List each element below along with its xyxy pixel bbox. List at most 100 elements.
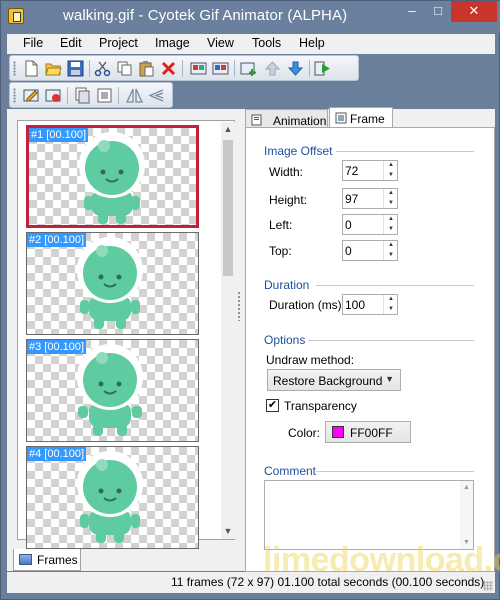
frames-list[interactable]: #1 [00.100] #2 [00.100] #3 [00.100] #4 [… [17,120,235,549]
resize-grip[interactable] [483,581,493,591]
comment-scrollbar[interactable]: ▲ ▼ [460,481,473,549]
title-bar[interactable]: walking.gif - Cyotek Gif Animator (ALPHA… [1,1,500,33]
toolbar-separator [118,87,119,104]
menu-edit[interactable]: Edit [60,36,82,50]
top-stepper[interactable]: 0 ▲ ▼ [342,240,398,261]
frame-thumbnail[interactable]: #4 [00.100] [26,446,199,549]
scroll-down-icon[interactable]: ▼ [221,524,235,538]
menu-tools[interactable]: Tools [252,36,281,50]
spin-up-icon[interactable]: ▲ [384,189,398,198]
group-divider [336,151,474,152]
frame-label: #1 [00.100] [29,128,89,142]
group-divider [316,285,474,286]
save-icon[interactable] [67,60,84,77]
flip-icon[interactable] [126,87,143,104]
frame-properties-panel: Image Offset Width: 72 ▲ ▼ Height: 97 ▲ ▼ … [245,127,495,572]
spin-down-icon[interactable]: ▼ [384,225,398,234]
new-icon[interactable] [23,60,40,77]
cut-icon[interactable] [94,60,111,77]
minimize-button[interactable]: – [399,1,425,22]
tab-animation[interactable]: Animation [245,109,328,128]
spin-up-icon[interactable]: ▲ [384,295,398,304]
frame-thumbnail[interactable]: #1 [00.100] [26,125,199,228]
undraw-method-value: Restore Background [273,374,383,388]
scroll-up-icon[interactable]: ▲ [221,122,235,136]
transparency-checkbox[interactable]: ✔ [266,399,279,412]
comment-textarea[interactable]: ▲ ▼ [264,480,474,550]
move-down-icon[interactable] [287,60,304,77]
menu-file[interactable]: File [23,36,43,50]
menu-project[interactable]: Project [99,36,138,50]
color-value: FF00FF [350,426,393,440]
play-icon[interactable] [314,60,331,77]
width-label: Width: [269,165,304,179]
toolbar-grip[interactable] [13,61,16,76]
frame-sprite-image [77,451,143,543]
watermark-logo: limedownload.com [263,541,500,579]
copy-frame-icon[interactable] [74,87,91,104]
left-stepper[interactable]: 0 ▲ ▼ [342,214,398,235]
menu-image[interactable]: Image [155,36,190,50]
frame-sprite-image [77,237,143,329]
spin-down-icon[interactable]: ▼ [384,305,398,314]
options-heading: Options [264,333,306,347]
spin-up-icon[interactable]: ▲ [384,161,398,170]
height-stepper[interactable]: 97 ▲ ▼ [342,188,398,209]
toolbar-separator [234,60,235,77]
copy-icon[interactable] [116,60,133,77]
spin-up-icon[interactable]: ▲ [384,215,398,224]
duration-label: Duration (ms): [269,298,346,312]
open-icon[interactable] [45,60,62,77]
frame-thumbnail[interactable]: #3 [00.100] [26,339,199,442]
toolbar-separator [182,60,183,77]
undraw-method-select[interactable]: Restore Background ▼ [267,369,401,391]
duration-stepper[interactable]: 100 ▲ ▼ [342,294,398,315]
scroll-up-icon[interactable]: ▲ [460,484,473,491]
menu-help[interactable]: Help [299,36,325,50]
close-button[interactable]: ✕ [451,1,497,22]
edit-frame-icon[interactable] [23,87,40,104]
frame-sprite-image [77,344,143,436]
window-title: walking.gif - Cyotek Gif Animator (ALPHA… [63,7,348,24]
app-window: walking.gif - Cyotek Gif Animator (ALPHA… [0,0,500,600]
frame-label: #4 [00.100] [27,447,87,461]
frames-scrollbar[interactable]: ▲ ▼ [221,122,235,539]
spin-up-icon[interactable]: ▲ [384,241,398,250]
height-label: Height: [269,193,308,207]
left-value: 0 [345,218,352,232]
tab-frame[interactable]: Frame [329,107,393,128]
transparency-label: Transparency [284,399,357,413]
width-stepper[interactable]: 72 ▲ ▼ [342,160,398,181]
import-frames-icon[interactable] [190,60,207,77]
frame-thumbnail[interactable]: #2 [00.100] [26,232,199,335]
spin-down-icon[interactable]: ▼ [384,251,398,260]
group-divider [308,340,474,341]
comment-heading: Comment [264,464,317,478]
height-value: 97 [345,192,359,206]
toolbar-grip[interactable] [13,88,16,103]
duplicate-icon[interactable] [96,87,113,104]
delete-icon[interactable] [160,60,177,77]
animation-tab-icon [251,114,262,126]
maximize-button[interactable]: □ [425,1,451,22]
splitter-handle[interactable] [237,291,241,321]
resize-icon[interactable] [45,87,62,104]
tab-frames[interactable]: Frames [13,549,81,571]
image-offset-heading: Image Offset [264,144,333,158]
tab-frame-label: Frame [350,112,385,126]
color-label: Color: [288,426,321,440]
export-frames-icon[interactable] [212,60,229,77]
top-label: Top: [269,244,292,258]
add-frame-icon[interactable] [240,60,257,77]
color-picker-button[interactable]: FF00FF [325,421,411,443]
move-up-icon[interactable] [264,60,281,77]
frames-tab-label: Frames [37,553,78,567]
menu-view[interactable]: View [207,36,234,50]
spin-down-icon[interactable]: ▼ [384,171,398,180]
scroll-thumb[interactable] [223,140,233,276]
spin-down-icon[interactable]: ▼ [384,199,398,208]
toolbar-separator [89,60,90,77]
app-icon[interactable] [8,8,24,24]
reverse-icon[interactable] [148,87,165,104]
paste-icon[interactable] [138,60,155,77]
